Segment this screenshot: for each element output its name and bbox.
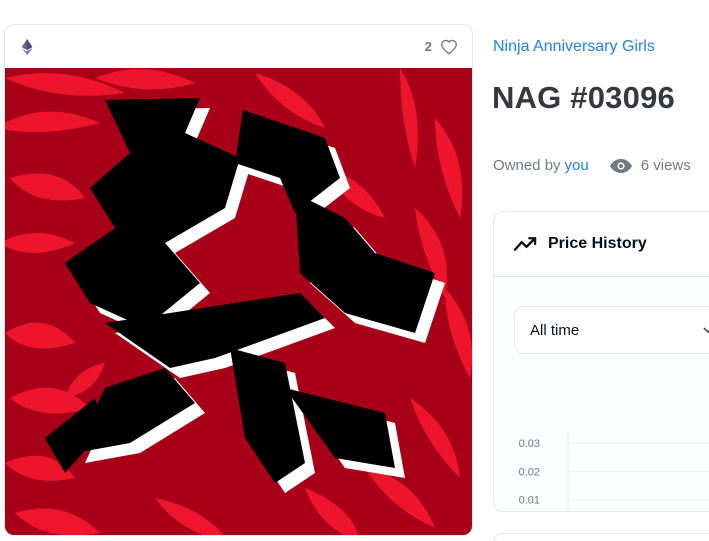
price-history-header[interactable]: Price History: [494, 212, 709, 277]
time-range-select[interactable]: All time: [514, 306, 709, 354]
chart-y-tick-label: 0.03: [519, 438, 540, 450]
eye-icon: [609, 158, 632, 173]
owner-row: Owned by you 6 views: [493, 157, 691, 174]
nft-image[interactable]: [5, 68, 473, 536]
views-count: 6 views: [609, 157, 691, 174]
favorite-count: 2: [424, 39, 432, 54]
trend-line-icon: [514, 237, 537, 251]
owned-by-label: Owned by: [493, 157, 561, 174]
favorite-control[interactable]: 2: [425, 39, 458, 55]
next-panel: [493, 533, 709, 541]
ethereum-icon: [21, 38, 33, 55]
owner-link[interactable]: you: [565, 157, 589, 174]
chart-y-tick-label: 0.02: [519, 466, 540, 478]
asset-card: 2: [4, 24, 473, 536]
chart-y-tick-label: 0.01: [519, 495, 540, 507]
price-history-title: Price History: [548, 235, 647, 252]
views-label: 6 views: [640, 157, 691, 174]
asset-card-header: 2: [5, 25, 472, 68]
price-history-body: All time 0.03 0.02 0.01 0: [494, 277, 709, 511]
chevron-down-icon: [703, 327, 709, 334]
asset-title: NAG #03096: [492, 80, 675, 115]
collection-link[interactable]: Ninja Anniversary Girls: [493, 38, 655, 56]
time-range-value: All time: [530, 321, 580, 339]
price-history-panel: Price History All time 0.03 0.02 0.01 0: [493, 211, 709, 512]
price-history-chart: 0.030.020.010: [519, 435, 709, 511]
heart-icon[interactable]: [440, 39, 458, 55]
